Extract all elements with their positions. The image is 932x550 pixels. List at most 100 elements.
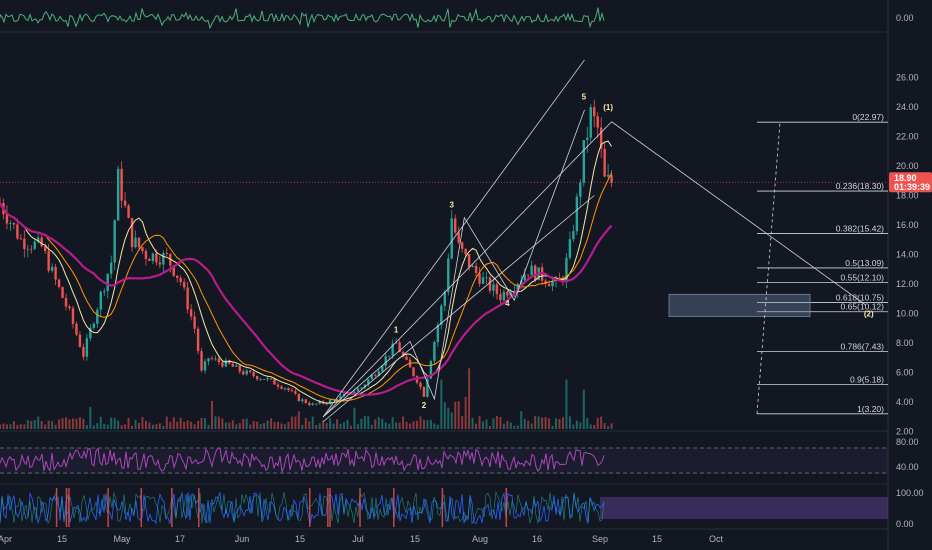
volume-bar xyxy=(204,418,207,429)
candle-body xyxy=(23,238,26,249)
stoch-band xyxy=(600,497,888,519)
volume-bar xyxy=(482,421,485,429)
volume-bar xyxy=(110,417,113,429)
volume-bar xyxy=(589,424,592,429)
price-tick-label: 10.00 xyxy=(896,309,919,319)
volume-bar xyxy=(263,423,266,429)
volume-bar xyxy=(270,418,273,429)
volume-bar xyxy=(245,418,248,429)
candle-body xyxy=(75,323,78,335)
volume-bar xyxy=(492,418,495,429)
volume-bar xyxy=(155,424,158,429)
candle-body xyxy=(238,365,241,372)
candle-body xyxy=(436,324,440,342)
candle-body xyxy=(242,371,245,375)
volume-bar xyxy=(447,407,450,429)
candle-body xyxy=(148,258,151,261)
price-tick-label: 2.00 xyxy=(896,427,914,437)
candle-body xyxy=(259,379,262,380)
volume-bar xyxy=(141,416,144,429)
candle-body xyxy=(224,360,228,367)
volume-bar xyxy=(568,416,571,429)
volume-bar xyxy=(210,400,213,429)
volume-bar xyxy=(131,425,134,429)
fib-level-label: 0.786(7.43) xyxy=(841,341,885,351)
volume-bar xyxy=(377,417,380,429)
volume-bar xyxy=(391,417,394,429)
candle-body xyxy=(457,232,460,243)
chart-canvas[interactable]: 0(22.97) 0.236(18.30) 0.382(15.42) 0.5(13.0… xyxy=(0,0,932,550)
volume-bar xyxy=(273,421,276,429)
wave-label-1: (1) xyxy=(603,103,613,112)
volume-bar xyxy=(537,416,540,429)
candle-body xyxy=(492,284,495,291)
candle-body xyxy=(189,309,193,317)
candle-body xyxy=(30,248,33,250)
volume-bar xyxy=(555,418,557,429)
volume-bar xyxy=(304,418,307,429)
volume-bar xyxy=(287,421,290,429)
candle-body xyxy=(103,290,106,292)
candle-body xyxy=(297,393,301,402)
volume-bar xyxy=(426,419,429,429)
candle-body xyxy=(290,390,294,392)
candle-body xyxy=(68,306,71,309)
candle-body xyxy=(40,237,43,247)
volume-bar xyxy=(193,424,196,429)
volume-bar xyxy=(329,418,332,429)
candle-body xyxy=(593,107,596,117)
volume-bar xyxy=(179,417,182,429)
volume-bar xyxy=(172,417,175,429)
volume-bar xyxy=(315,425,318,429)
volume-bar xyxy=(370,424,373,429)
volume-bar xyxy=(558,419,561,429)
candle-body xyxy=(155,253,158,263)
volume-bar xyxy=(593,424,596,429)
candle-body xyxy=(151,253,155,261)
volume-bar xyxy=(499,416,502,429)
candle-body xyxy=(474,265,478,273)
volume-bar xyxy=(572,424,575,429)
candle-body xyxy=(82,346,85,357)
price-tick-label: 8.00 xyxy=(896,338,914,348)
volume-bar xyxy=(238,423,241,429)
candle-body xyxy=(269,378,273,380)
candle-body xyxy=(19,238,23,240)
volume-bar xyxy=(436,424,439,429)
candle-body xyxy=(99,291,102,310)
volume-bar xyxy=(520,411,523,429)
volume-bar xyxy=(200,417,203,429)
volume-bar xyxy=(301,424,304,429)
candle-body xyxy=(210,358,214,360)
candle-body xyxy=(113,220,116,263)
volume-bar xyxy=(506,420,509,429)
candle-body xyxy=(603,148,606,177)
candle-body xyxy=(412,367,415,377)
volume-bar xyxy=(165,416,168,429)
candle-body xyxy=(158,262,162,265)
volume-bar xyxy=(308,421,311,429)
volume-bar xyxy=(92,425,95,429)
volume-bar xyxy=(332,423,335,429)
volume-bar xyxy=(151,424,154,429)
candle-body xyxy=(249,370,252,373)
candle-body xyxy=(533,265,537,281)
volume-bar xyxy=(148,422,151,429)
candle-body xyxy=(527,274,530,276)
candle-body xyxy=(447,258,450,292)
candle-body xyxy=(110,262,113,274)
volume-bar xyxy=(433,423,436,429)
candle-body xyxy=(43,246,47,252)
candle-body xyxy=(207,358,210,362)
volume-bar xyxy=(16,424,19,429)
candle-body xyxy=(54,266,57,280)
volume-bar xyxy=(85,425,88,429)
volume-bar xyxy=(607,425,610,429)
candle-body xyxy=(235,365,238,367)
candle-body xyxy=(325,403,328,405)
volume-bar xyxy=(120,425,123,429)
candle-body xyxy=(606,175,610,177)
price-tick-label: 4.00 xyxy=(896,397,914,407)
volume-bar xyxy=(54,424,57,429)
candle-body xyxy=(106,273,109,291)
